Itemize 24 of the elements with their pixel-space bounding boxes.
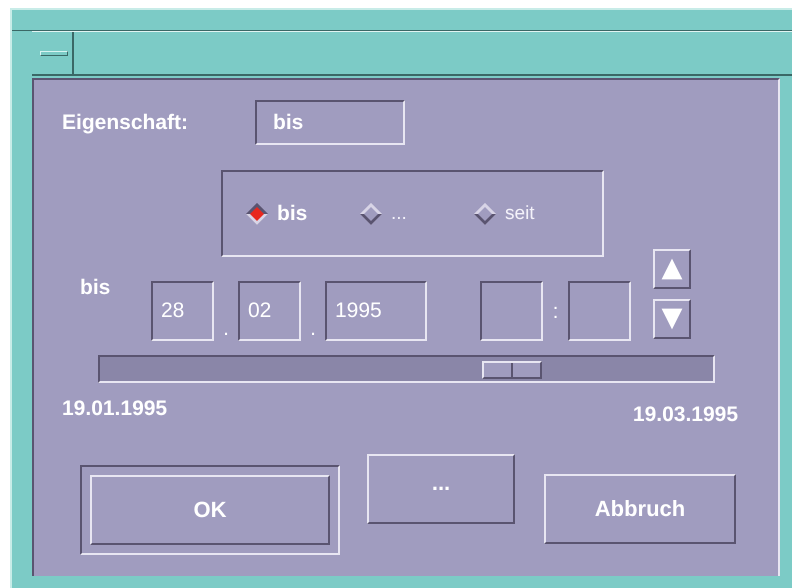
radio-diamond-icon	[359, 202, 383, 226]
radio-option[interactable]: bis	[245, 202, 345, 226]
year-field[interactable]: 1995	[325, 281, 427, 341]
date-separator: .	[222, 317, 230, 341]
minute-field[interactable]	[568, 281, 631, 341]
date-label: bis	[79, 276, 112, 300]
time-separator: :	[552, 300, 560, 324]
slider-thumb[interactable]	[482, 361, 542, 379]
hour-field[interactable]	[480, 281, 543, 341]
property-label: Eigenschaft:	[62, 110, 190, 134]
property-field[interactable]: bis	[255, 100, 405, 145]
dialog-button[interactable]: Abbruch	[544, 474, 736, 544]
date-separator: .	[309, 317, 317, 341]
range-start-label: 19.01.1995	[62, 397, 168, 422]
spin-down-button[interactable]	[653, 299, 691, 339]
month-field[interactable]: 02	[238, 281, 301, 341]
dialog-button[interactable]: OK	[90, 475, 330, 545]
day-field[interactable]: 28	[151, 281, 214, 341]
radio-diamond-icon	[473, 202, 497, 226]
dialog-button[interactable]: ...	[367, 454, 515, 524]
slider-track[interactable]	[98, 355, 715, 383]
radio-diamond-icon	[245, 202, 269, 226]
spin-up-button[interactable]	[653, 249, 691, 289]
range-end-label: 19.03.1995	[632, 403, 738, 427]
